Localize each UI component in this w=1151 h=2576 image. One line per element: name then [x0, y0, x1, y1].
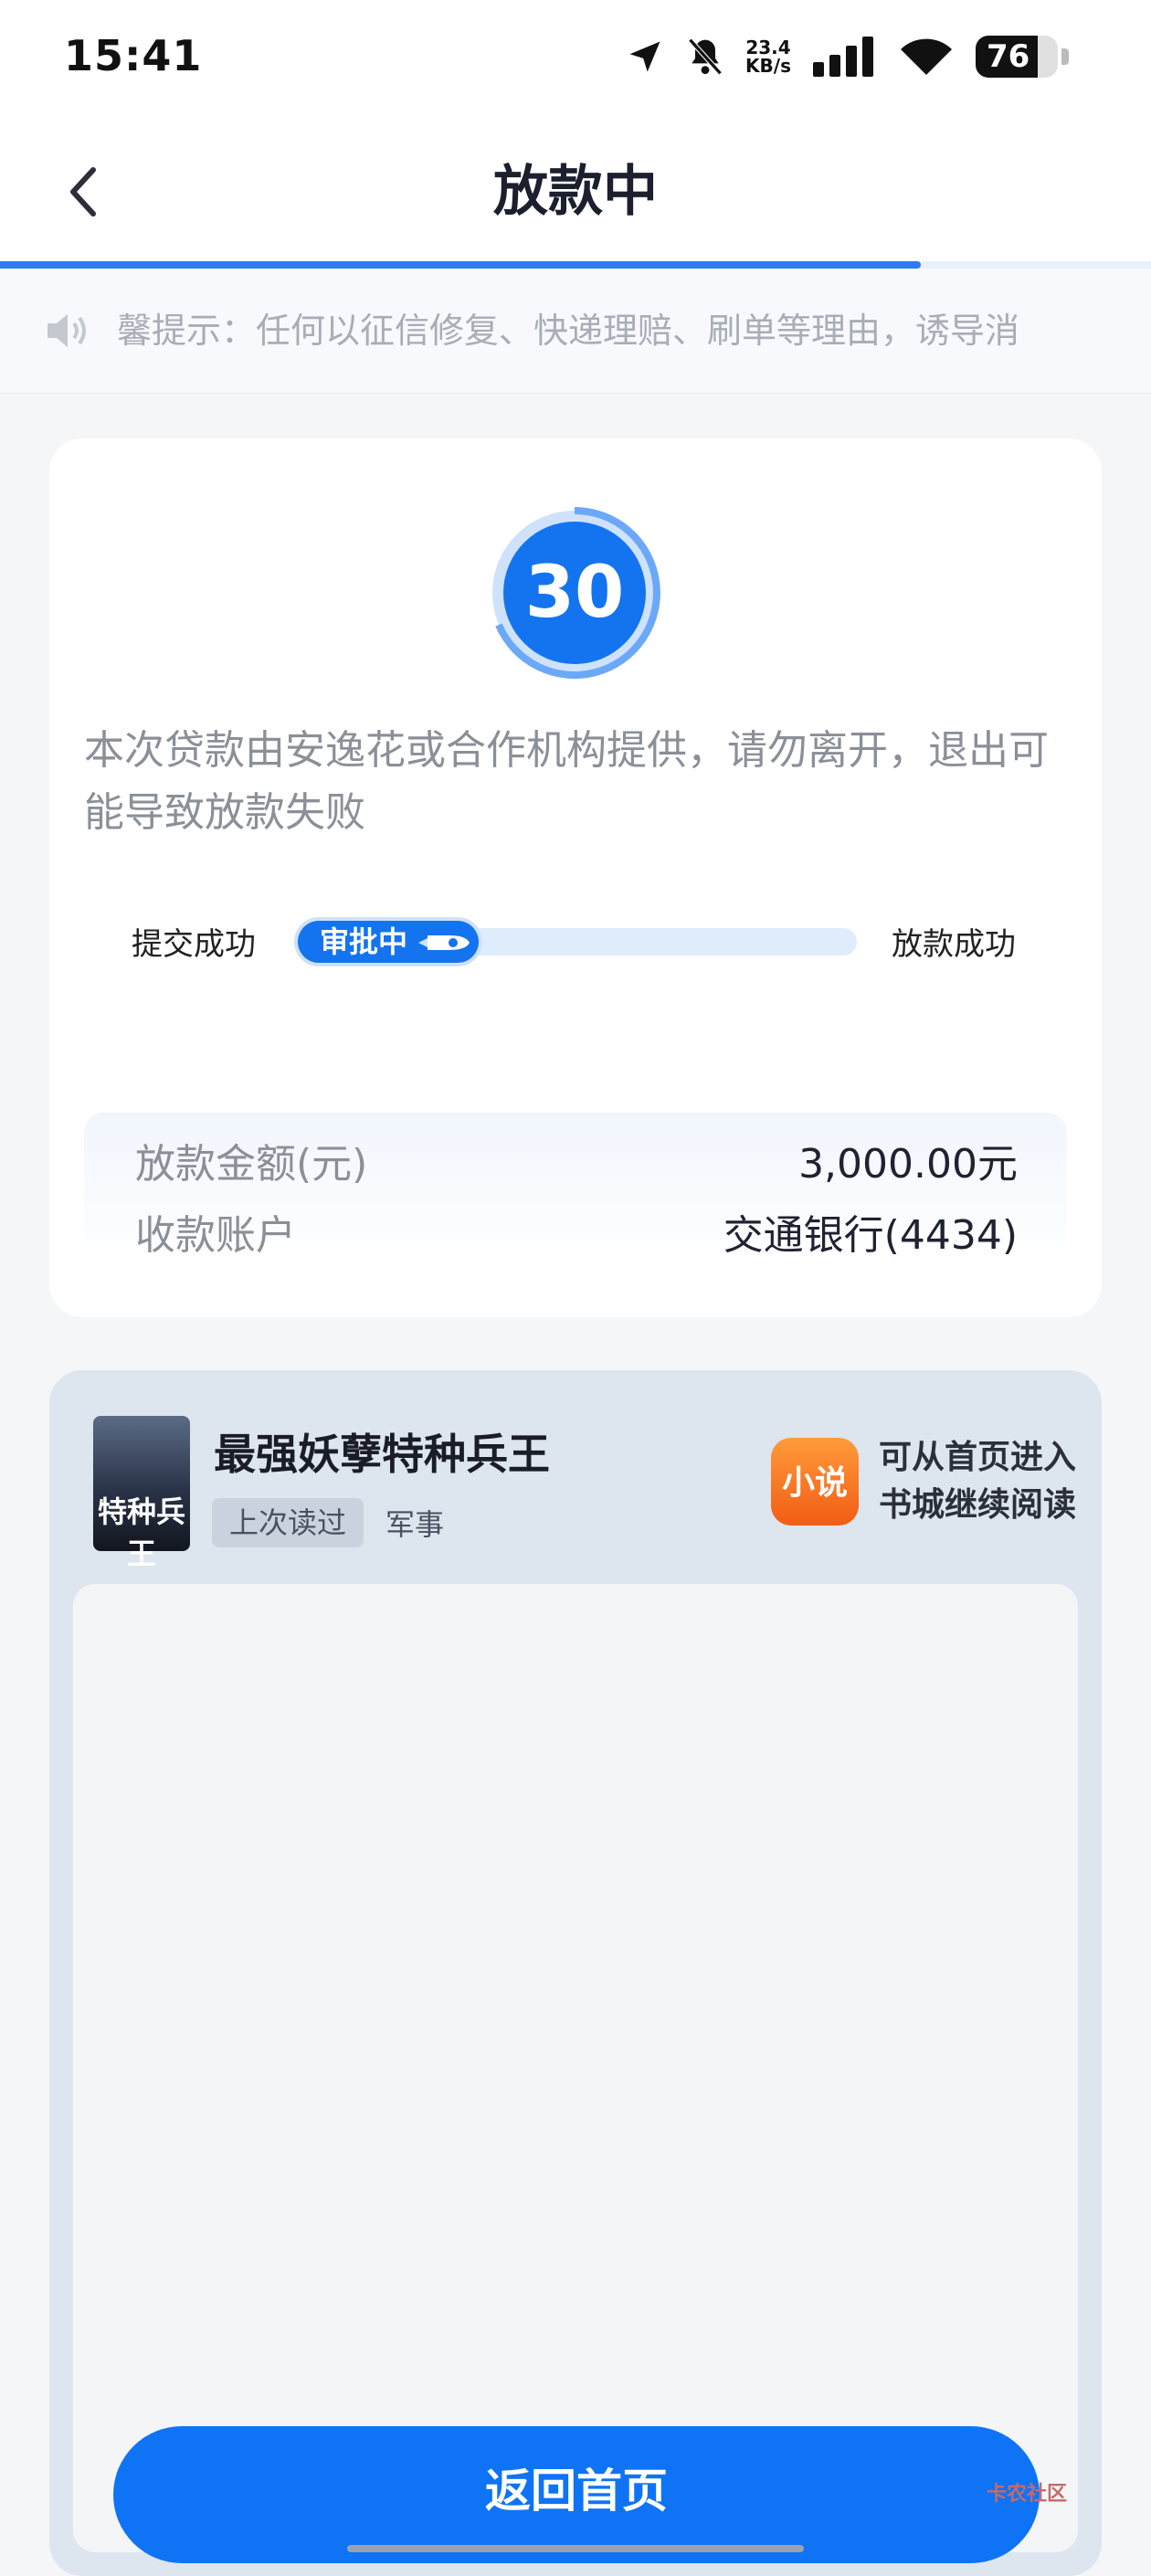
notice-text: 馨提示：任何以征信修复、快递理赔、刷单等理由，诱导消: [117, 311, 1020, 351]
wifi-icon: [901, 38, 952, 75]
battery-cap: [1061, 48, 1069, 65]
novel-app-logo-text: 小说: [781, 1464, 848, 1502]
home-indicator[interactable]: [347, 2545, 804, 2552]
book-cover-title: 特种兵王: [97, 1494, 185, 1571]
net-speed-value: 23.4: [745, 37, 791, 58]
battery-level: 76: [987, 38, 1030, 75]
book-title[interactable]: 最强妖孽特种兵王: [214, 1421, 550, 1482]
last-read-tag: 上次读过: [212, 1498, 364, 1547]
account-value: 交通银行(4434): [723, 1212, 1018, 1259]
net-speed-unit: KB/s: [745, 55, 791, 77]
genre-tag: 军事: [385, 1507, 445, 1542]
speaker-icon: [48, 314, 86, 347]
loan-note: 本次贷款由安逸花或合作机构提供，请勿离开，退出可能导致放款失败: [84, 727, 1049, 836]
step-current-label: 审批中: [320, 924, 408, 959]
status-icons: 23.4 KB/s 76: [625, 35, 1069, 79]
cell-signal-icon: [813, 37, 873, 77]
amount-value: 3,000.00元: [798, 1141, 1018, 1188]
watermark: 卡农社区: [987, 2483, 1068, 2506]
bookstore-hint: 可从首页进入书城继续阅读: [879, 1439, 1077, 1524]
page-title: 放款中: [493, 160, 658, 224]
novel-content-area[interactable]: [73, 1584, 1078, 2552]
status-time: 15:41: [64, 31, 203, 80]
countdown-seconds: 30: [524, 552, 625, 634]
amount-label: 放款金额(元): [135, 1141, 368, 1188]
battery-icon: 76: [976, 36, 1058, 78]
bell-muted-icon: [688, 37, 723, 76]
top-progress-bar: [0, 261, 1151, 269]
step-disbursed: 放款成功: [892, 926, 1016, 963]
rocket-icon: [418, 935, 470, 950]
net-speed: 23.4 KB/s: [745, 38, 791, 75]
location-arrow-icon: [629, 41, 660, 72]
return-home-label: 返回首页: [485, 2465, 668, 2518]
account-label: 收款账户: [135, 1212, 296, 1259]
step-submitted: 提交成功: [132, 926, 256, 963]
